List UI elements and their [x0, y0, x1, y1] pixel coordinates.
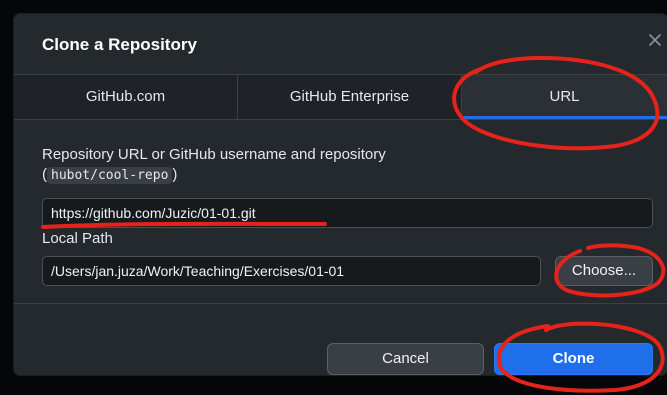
tab-label: GitHub.com [85, 88, 166, 105]
tab-github-com[interactable]: GitHub.com [14, 75, 238, 119]
dialog-title: Clone a Repository [42, 35, 197, 54]
footer-divider [14, 303, 667, 304]
local-path-label: Local Path [42, 230, 113, 247]
tab-bar: GitHub.com GitHub Enterprise URL [14, 75, 667, 119]
repository-hint: (hubot/cool-repo) [42, 166, 177, 184]
clone-repository-dialog: Clone a Repository GitHub.com GitHub Ent… [14, 14, 667, 375]
hint-close-paren: ) [172, 166, 178, 183]
repository-url-label: Repository URL or GitHub username and re… [42, 146, 386, 163]
close-icon[interactable] [648, 33, 662, 47]
repository-url-input[interactable]: https://github.com/Juzic/01-01.git [42, 198, 653, 228]
tab-label: GitHub Enterprise [289, 88, 410, 105]
clone-button[interactable]: Clone [494, 343, 653, 375]
tab-url[interactable]: URL [462, 75, 667, 119]
screen: Clone a Repository GitHub.com GitHub Ent… [0, 0, 667, 395]
hint-example-code: hubot/cool-repo [47, 167, 173, 184]
choose-button[interactable]: Choose... [555, 256, 653, 286]
tab-github-enterprise[interactable]: GitHub Enterprise [238, 75, 462, 119]
local-path-input[interactable]: /Users/jan.juza/Work/Teaching/Exercises/… [42, 256, 541, 286]
cancel-button[interactable]: Cancel [327, 343, 484, 375]
tab-label: URL [549, 88, 580, 105]
tabs-divider [14, 119, 667, 120]
